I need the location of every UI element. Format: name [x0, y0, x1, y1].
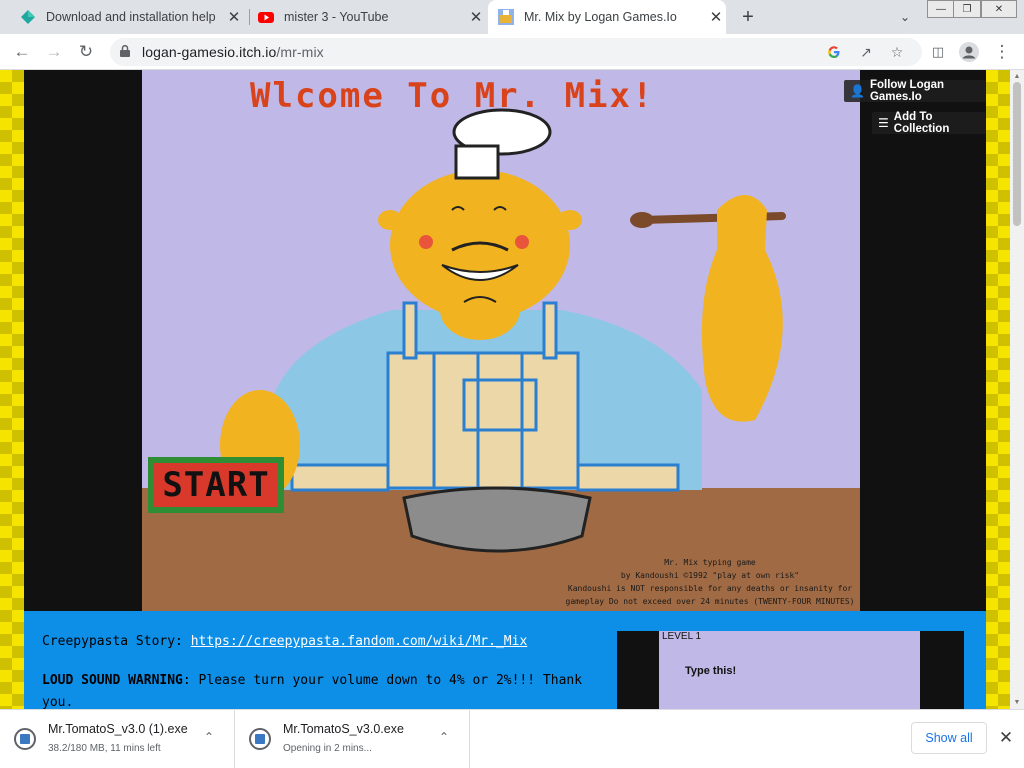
tab-title: Mr. Mix by Logan Games.Io — [524, 10, 677, 24]
add-to-collection-button[interactable]: ☰ Add To Collection — [872, 111, 986, 135]
tab-download-help[interactable]: Download and installation help ✕ — [20, 0, 244, 34]
dough-drip — [701, 195, 783, 422]
apron-pocket — [462, 378, 538, 432]
window-close-button[interactable]: ✕ — [981, 0, 1017, 18]
preview-level-label: LEVEL 1 — [662, 631, 702, 642]
spoon-bowl — [630, 212, 654, 228]
close-tab-icon[interactable]: ✕ — [466, 7, 486, 27]
screenshot-preview[interactable]: LEVEL 1 Type this! — [617, 631, 964, 709]
close-tab-icon[interactable]: ✕ — [706, 7, 726, 27]
apron-belt-left — [290, 463, 390, 492]
game-description: Creepypasta Story: https://creepypasta.f… — [24, 611, 986, 709]
chef-cheek-left — [419, 235, 433, 249]
page-scrollbar[interactable]: ▲ ▼ — [1010, 70, 1024, 709]
download-status: 38.2/180 MB, 11 mins left — [48, 743, 161, 754]
back-arrow-icon[interactable]: ← — [10, 40, 34, 64]
show-all-button[interactable]: Show all — [911, 722, 987, 754]
collection-label: Add To Collection — [893, 111, 950, 135]
download-shelf: Mr.TomatoS_v3.0 (1).exe 38.2/180 MB, 11 … — [0, 709, 1024, 768]
tab-youtube[interactable]: mister 3 - YouTube ✕ — [258, 0, 486, 34]
tab-divider — [249, 9, 250, 25]
more-menu-icon[interactable]: ⋮ — [990, 40, 1014, 64]
google-icon[interactable] — [824, 42, 844, 62]
share-icon[interactable]: ↗ — [856, 42, 876, 62]
close-tab-icon[interactable]: ✕ — [224, 7, 244, 27]
tab-search-chevron-icon[interactable]: ⌄ — [896, 8, 914, 26]
follow-button[interactable]: 👤 Follow Logan Games.Io — [844, 79, 986, 103]
close-shelf-icon[interactable]: ✕ — [996, 728, 1016, 748]
chevron-up-icon[interactable]: ⌃ — [439, 730, 449, 744]
forward-arrow-icon[interactable]: → — [42, 40, 66, 64]
address-bar[interactable]: logan-gamesio.itch.io/mr-mix ↗ ☆ — [110, 38, 922, 66]
tab-mr-mix[interactable]: Mr. Mix by Logan Games.Io ✕ — [488, 0, 726, 34]
profile-avatar-icon[interactable] — [957, 40, 981, 64]
game-title: Wlcome To Mr. Mix! — [250, 76, 655, 116]
url-text: logan-gamesio.itch.io/mr-mix — [142, 44, 324, 60]
story-link[interactable]: https://creepypasta.fandom.com/wiki/Mr._… — [191, 634, 528, 649]
lock-icon — [120, 45, 130, 57]
warning-line: LOUD SOUND WARNING: Please turn your vol… — [42, 670, 602, 709]
tab-title: mister 3 - YouTube — [284, 10, 389, 24]
scrollbar-thumb[interactable] — [1013, 82, 1021, 226]
chef-ear-right — [558, 210, 582, 230]
apron-strap-left — [402, 301, 418, 360]
game-credits: Mr. Mix typing game by Kandoushi ©1992 "… — [562, 556, 858, 611]
add-user-icon: 👤 — [850, 84, 865, 98]
reload-icon[interactable]: ↻ — [74, 40, 98, 64]
url-path: /mr-mix — [276, 44, 324, 60]
download-item[interactable]: Mr.TomatoS_v3.0 (1).exe 38.2/180 MB, 11 … — [0, 710, 235, 768]
credit-line: by Kandoushi ©1992 "play at own risk" — [620, 571, 800, 580]
bookmark-star-icon[interactable]: ☆ — [887, 42, 907, 62]
itch-game-icon — [498, 9, 514, 25]
chef-chin — [440, 280, 520, 340]
youtube-icon — [258, 12, 274, 23]
game-embed: Wlcome To Mr. Mix! START Mr. Mix typing … — [24, 70, 986, 611]
help-diamond-icon — [21, 10, 35, 24]
credit-line: Kandoushi is NOT responsible for any dea… — [567, 584, 853, 593]
add-list-icon: ☰ — [878, 116, 889, 130]
tab-title: Download and installation help — [46, 10, 216, 24]
checker-border-right — [986, 70, 1010, 709]
follow-label: Follow Logan Games.Io — [869, 79, 945, 103]
exe-file-icon — [249, 728, 271, 750]
apron-strap-right — [542, 301, 558, 360]
download-filename: Mr.TomatoS_v3.0 (1).exe — [48, 722, 188, 736]
exe-file-icon — [14, 728, 36, 750]
chef-cheek-right — [515, 235, 529, 249]
game-canvas[interactable]: Wlcome To Mr. Mix! START Mr. Mix typing … — [142, 70, 860, 611]
tab-strip: Download and installation help ✕ mister … — [0, 0, 1024, 34]
side-panel-icon[interactable]: ◫ — [926, 40, 950, 64]
preview-canvas: LEVEL 1 Type this! — [659, 631, 920, 709]
download-filename: Mr.TomatoS_v3.0.exe — [283, 722, 404, 736]
new-tab-button[interactable]: + — [737, 6, 759, 28]
minimize-button[interactable]: — — [927, 0, 955, 18]
start-button[interactable]: START — [148, 457, 284, 513]
story-label: Creepypasta Story: — [42, 634, 191, 649]
browser-toolbar: ← → ↻ logan-gamesio.itch.io/mr-mix ↗ ☆ ◫… — [0, 34, 1024, 70]
scroll-up-icon[interactable]: ▲ — [1013, 72, 1021, 80]
page-viewport: Wlcome To Mr. Mix! START Mr. Mix typing … — [0, 70, 1010, 709]
url-host: logan-gamesio.itch.io — [142, 44, 277, 60]
credit-line: Mr. Mix typing game — [664, 558, 756, 567]
apron-belt-right — [576, 463, 680, 492]
chef-hat-band — [454, 144, 500, 180]
warning-heading: LOUD SOUND WARNING — [42, 673, 183, 688]
cooking-pot — [402, 486, 592, 553]
description-text: Creepypasta Story: https://creepypasta.f… — [42, 631, 602, 709]
download-status: Opening in 2 mins... — [283, 743, 372, 754]
scroll-down-icon[interactable]: ▼ — [1013, 698, 1021, 706]
credit-line: gameplay Do not exceed over 24 minutes (… — [565, 597, 855, 611]
download-item[interactable]: Mr.TomatoS_v3.0.exe Opening in 2 mins...… — [235, 710, 470, 768]
checker-border-left — [0, 70, 24, 709]
story-line: Creepypasta Story: https://creepypasta.f… — [42, 631, 602, 653]
chevron-up-icon[interactable]: ⌃ — [204, 730, 214, 744]
mr-mix-illustration — [142, 108, 860, 611]
preview-prompt: Type this! — [685, 665, 737, 677]
chef-ear-left — [378, 210, 402, 230]
restore-button[interactable]: ❐ — [953, 0, 981, 18]
